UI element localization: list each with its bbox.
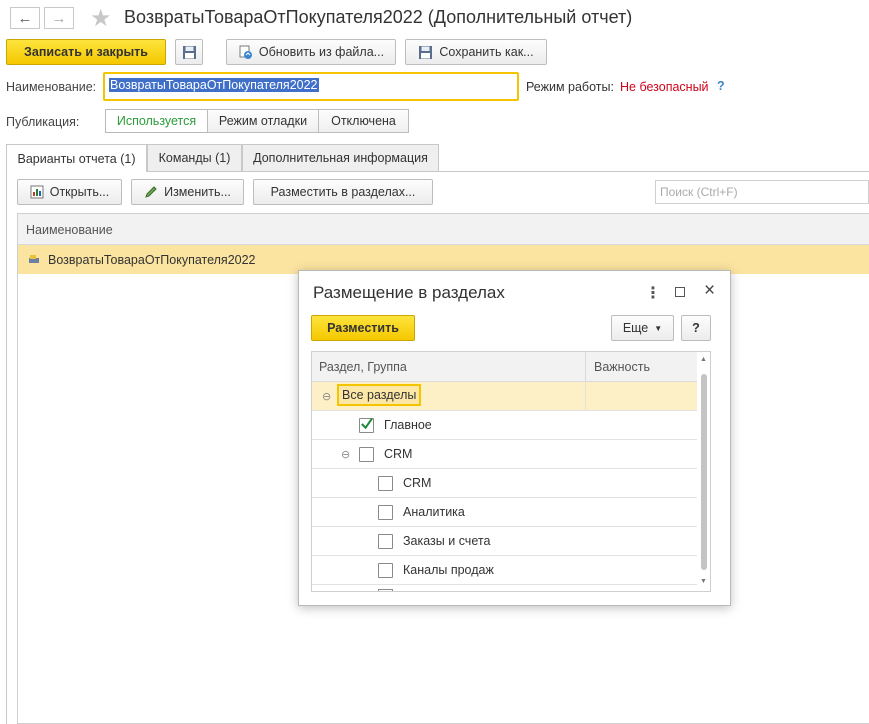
sections-tree-table: Раздел, Группа Важность ⊖ Все разделы Гл… — [311, 351, 711, 592]
report-variant-icon — [29, 254, 39, 263]
tree-row-crm-group[interactable]: ⊖ CRM — [312, 440, 697, 469]
update-from-file-button[interactable]: Обновить из файла... — [226, 39, 396, 65]
dialog-help-button[interactable]: ? — [681, 315, 711, 341]
tree-label: Заказы и счета — [403, 534, 491, 548]
edit-button[interactable]: Изменить... — [131, 179, 244, 205]
column-header-importance[interactable]: Важность — [586, 352, 710, 382]
more-vertical-icon[interactable]: ⋮ — [645, 283, 661, 303]
publication-option-used[interactable]: Используется — [105, 109, 208, 133]
mode-label: Режим работы: — [526, 80, 614, 94]
vertical-scrollbar[interactable]: ▲ ▼ — [697, 352, 710, 591]
tree-row-crm[interactable]: CRM — [312, 469, 697, 498]
checkmark-icon — [361, 417, 373, 429]
column-header-section[interactable]: Раздел, Группа — [312, 352, 586, 382]
checkbox-main[interactable] — [359, 417, 374, 433]
save-as-icon — [419, 45, 433, 59]
update-file-icon — [239, 45, 252, 59]
favorite-star-icon[interactable]: ★ — [90, 4, 112, 33]
report-icon — [30, 185, 44, 199]
name-field-value: ВозвратыТовараОтПокупателя2022 — [109, 78, 319, 92]
column-header-name[interactable]: Наименование — [18, 214, 869, 245]
collapse-toggle-icon[interactable]: ⊖ — [322, 390, 331, 403]
search-input[interactable]: Поиск (Ctrl+F) — [655, 180, 869, 204]
scroll-down-arrow-icon[interactable]: ▼ — [700, 578, 707, 585]
publication-option-debug[interactable]: Режим отладки — [207, 109, 319, 133]
tree-row-sales-channels[interactable]: Каналы продаж — [312, 556, 697, 585]
arrow-left-icon: ← — [17, 9, 33, 27]
checkbox-orders[interactable] — [378, 533, 393, 549]
tab-report-variants[interactable]: Варианты отчета (1) — [6, 144, 147, 172]
publication-label: Публикация: — [6, 115, 80, 129]
tree-label: CRM — [403, 476, 432, 490]
publication-option-disabled[interactable]: Отключена — [318, 109, 409, 133]
save-button[interactable] — [175, 39, 203, 65]
pencil-icon — [145, 186, 157, 198]
collapse-toggle-icon[interactable]: ⊖ — [341, 448, 350, 461]
maximize-icon[interactable] — [675, 287, 685, 297]
tree-label: Каналы продаж — [403, 563, 494, 577]
back-button[interactable]: ← — [10, 7, 40, 29]
dialog-title: Размещение в разделах — [313, 283, 505, 302]
name-label: Наименование: — [6, 80, 97, 94]
tree-label: Главное — [384, 418, 432, 432]
checkbox-crm[interactable] — [378, 475, 393, 491]
checkbox-analytics[interactable] — [378, 504, 393, 520]
close-icon[interactable]: × — [704, 280, 715, 302]
mode-value[interactable]: Не безопасный — [620, 80, 709, 94]
chevron-down-icon: ▼ — [654, 323, 663, 333]
help-link[interactable]: ? — [717, 79, 725, 93]
arrow-right-icon: → — [51, 9, 67, 27]
tree-label: Все разделы — [337, 384, 422, 406]
tab-additional-info[interactable]: Дополнительная информация — [242, 144, 439, 171]
tree-row-all-sections[interactable]: ⊖ Все разделы — [312, 382, 697, 411]
place-button[interactable]: Разместить — [311, 315, 415, 341]
tree-label: Аналитика — [403, 505, 465, 519]
tab-commands[interactable]: Команды (1) — [147, 144, 242, 171]
place-in-sections-button[interactable]: Разместить в разделах... — [253, 179, 433, 205]
window-title: ВозвратыТовараОтПокупателя2022 (Дополнит… — [124, 7, 633, 27]
tree-row-analytics[interactable]: Аналитика — [312, 498, 697, 527]
save-as-button[interactable]: Сохранить как... — [405, 39, 547, 65]
save-and-close-button[interactable]: Записать и закрыть — [6, 39, 166, 65]
scrollbar-thumb[interactable] — [701, 374, 707, 570]
more-button[interactable]: Еще ▼ — [611, 315, 674, 341]
tree-rows: ⊖ Все разделы Главное ⊖ CRM CRM Аналитик… — [312, 382, 710, 591]
checkbox-sales-channels[interactable] — [378, 562, 393, 578]
tree-row-orders[interactable]: Заказы и счета — [312, 527, 697, 556]
partial-checkbox — [378, 589, 393, 591]
checkbox-crm-group[interactable] — [359, 446, 374, 462]
forward-button[interactable]: → — [44, 7, 74, 29]
tab-panel-left-border — [6, 171, 7, 724]
open-button[interactable]: Открыть... — [17, 179, 122, 205]
scroll-up-arrow-icon[interactable]: ▲ — [700, 356, 707, 363]
name-field[interactable]: ВозвратыТовараОтПокупателя2022 — [103, 72, 519, 101]
floppy-disk-icon — [182, 45, 196, 59]
placement-dialog: Размещение в разделах ⋮ × Разместить Еще… — [298, 270, 731, 606]
tree-label: CRM — [384, 447, 413, 461]
tree-row-main[interactable]: Главное — [312, 411, 697, 440]
